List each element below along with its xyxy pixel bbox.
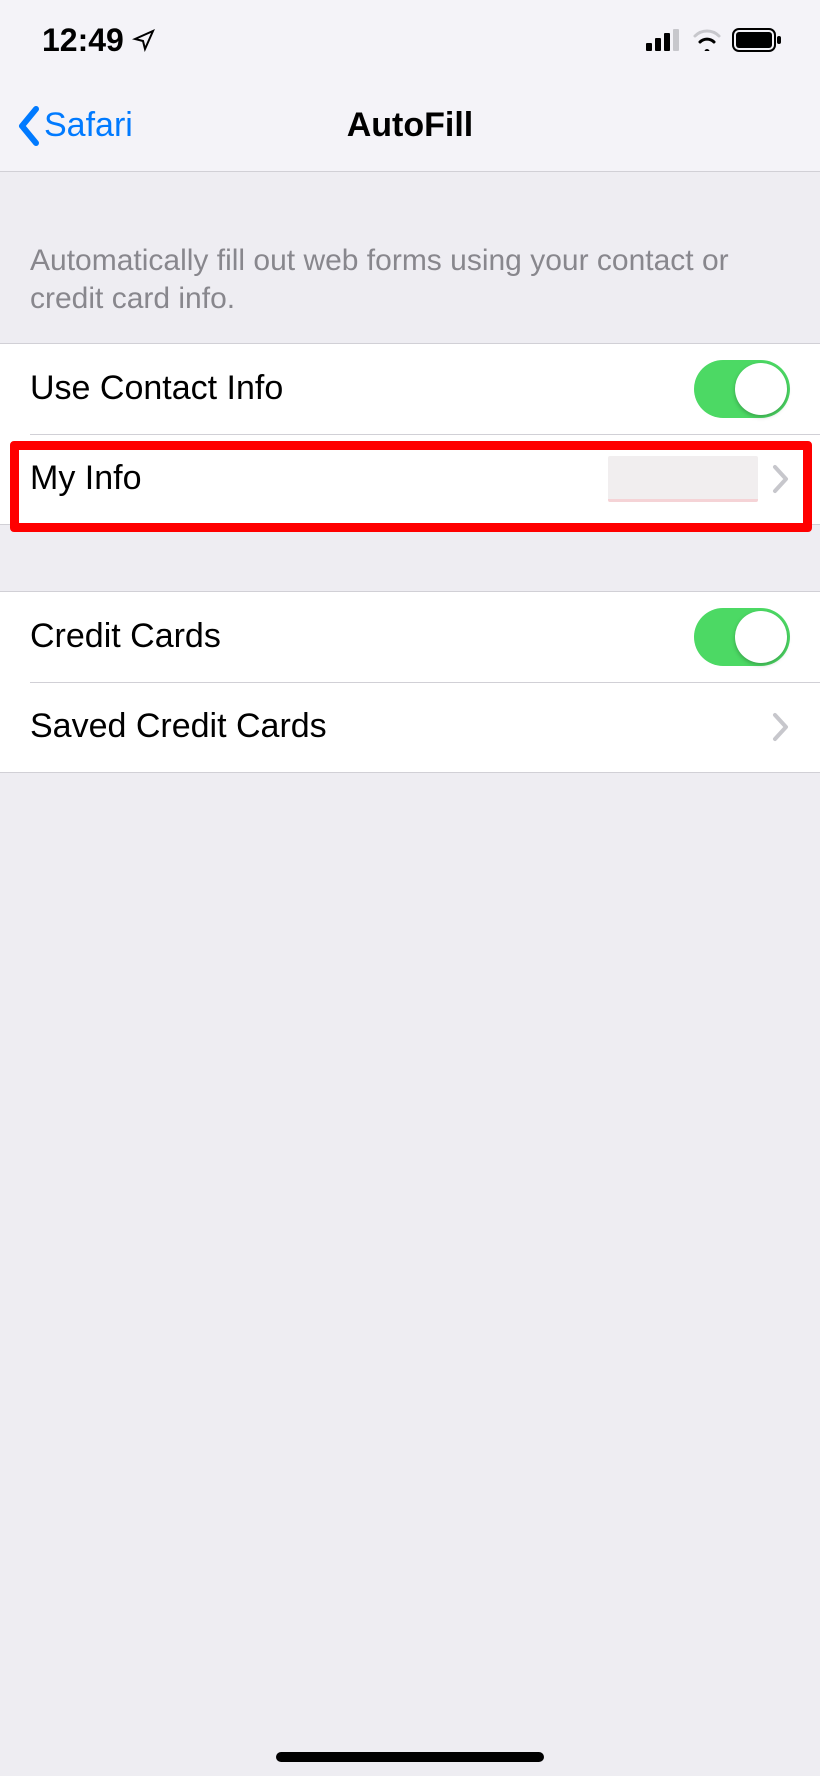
- my-info-value-redacted: [608, 456, 758, 502]
- my-info-row[interactable]: My Info: [0, 434, 820, 524]
- use-contact-info-label: Use Contact Info: [30, 369, 694, 408]
- status-bar: 12:49: [0, 0, 820, 80]
- back-button[interactable]: Safari: [0, 105, 133, 147]
- list-group-contact: Use Contact Info My Info: [0, 343, 820, 525]
- chevron-right-icon: [772, 712, 790, 742]
- chevron-left-icon: [14, 105, 44, 147]
- list-group-credit-cards: Credit Cards Saved Credit Cards: [0, 591, 820, 773]
- section-gap: [0, 525, 820, 591]
- chevron-right-icon: [772, 464, 790, 494]
- page-title: AutoFill: [347, 106, 474, 145]
- back-label: Safari: [44, 106, 133, 145]
- use-contact-info-row: Use Contact Info: [0, 344, 820, 434]
- saved-credit-cards-row[interactable]: Saved Credit Cards: [0, 682, 820, 772]
- location-icon: [132, 28, 156, 52]
- toggle-knob: [735, 611, 787, 663]
- time-label: 12:49: [42, 22, 124, 59]
- saved-credit-cards-label: Saved Credit Cards: [30, 707, 758, 746]
- battery-icon: [732, 28, 782, 52]
- status-time: 12:49: [42, 22, 156, 59]
- credit-cards-label: Credit Cards: [30, 617, 694, 656]
- cellular-icon: [646, 29, 682, 51]
- use-contact-info-toggle[interactable]: [694, 360, 790, 418]
- toggle-knob: [735, 363, 787, 415]
- wifi-icon: [692, 29, 722, 51]
- section-description: Automatically fill out web forms using y…: [0, 172, 820, 343]
- home-indicator[interactable]: [276, 1752, 544, 1762]
- credit-cards-toggle[interactable]: [694, 608, 790, 666]
- status-indicators: [646, 28, 782, 52]
- navigation-bar: Safari AutoFill: [0, 80, 820, 172]
- my-info-label: My Info: [30, 459, 608, 498]
- credit-cards-row: Credit Cards: [0, 592, 820, 682]
